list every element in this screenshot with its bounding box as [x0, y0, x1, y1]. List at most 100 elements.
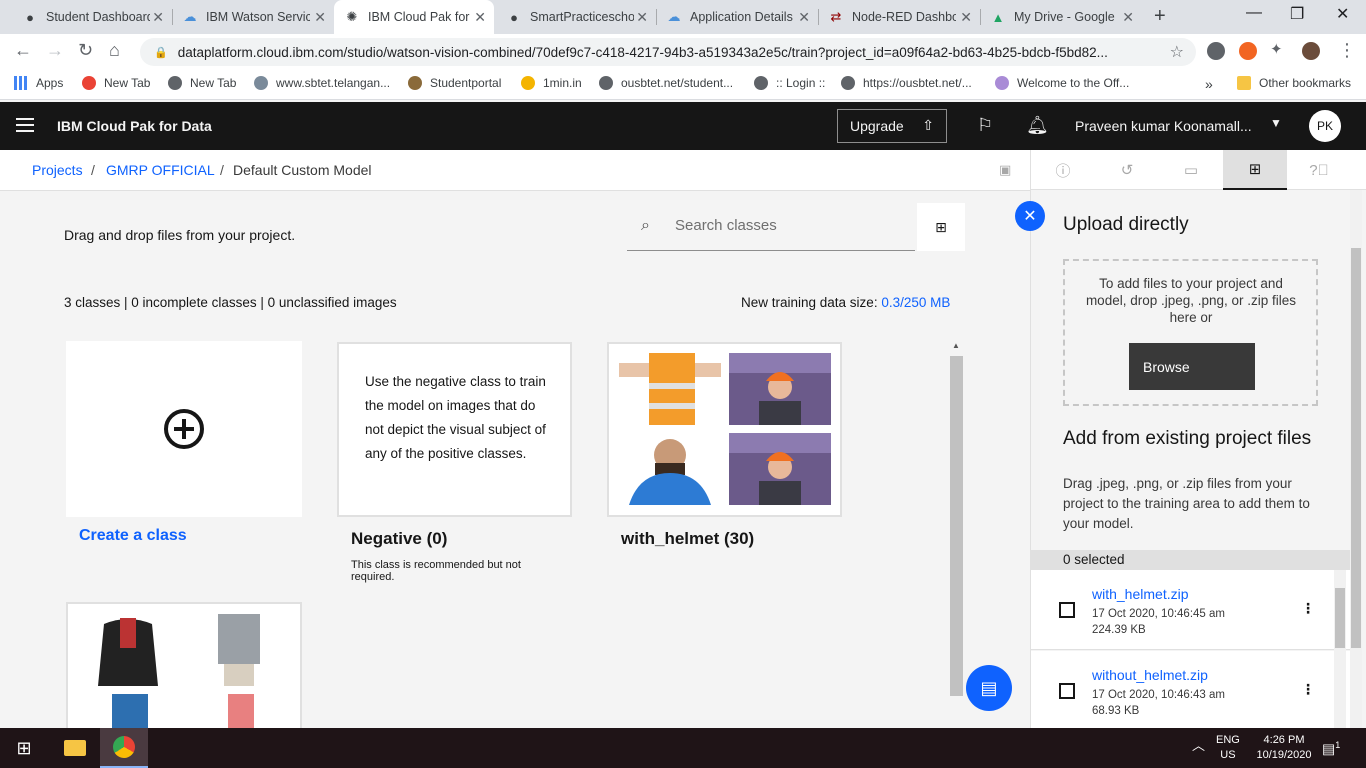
- scrollbar-thumb[interactable]: [1351, 248, 1361, 648]
- extension-icon[interactable]: [1207, 42, 1225, 60]
- existing-files-description: Drag .jpeg, .png, or .zip files from you…: [1063, 476, 1310, 531]
- with-helmet-class-card[interactable]: [607, 342, 842, 517]
- tab-comments[interactable]: ▭: [1159, 150, 1223, 190]
- grid-view-button[interactable]: ⊞: [917, 203, 965, 251]
- notification-bell-icon[interactable]: 🔔︎: [1026, 115, 1049, 136]
- search-classes-input[interactable]: ⌕ Search classes: [627, 203, 915, 251]
- file-drop-zone[interactable]: To add files to your project and model, …: [1063, 259, 1318, 406]
- windows-start-icon[interactable]: ⊞: [0, 728, 48, 768]
- close-tab-icon[interactable]: ✕: [636, 9, 648, 26]
- tray-chevron-icon[interactable]: ︿: [1192, 738, 1205, 753]
- create-class-card[interactable]: [66, 341, 302, 517]
- close-tab-icon[interactable]: ✕: [960, 9, 972, 26]
- tab-info[interactable]: ⓘ: [1031, 150, 1095, 190]
- chrome-icon[interactable]: [100, 728, 148, 768]
- browse-button[interactable]: Browse: [1129, 343, 1255, 390]
- breadcrumb-project[interactable]: GMRP OFFICIAL: [106, 162, 215, 178]
- upgrade-arrow-icon: ⇧: [922, 117, 934, 133]
- reload-icon[interactable]: ↻: [78, 40, 93, 61]
- home-icon[interactable]: ⌂: [109, 40, 120, 61]
- browser-tab[interactable]: ● SmartPracticeschool ✕: [496, 0, 656, 34]
- close-tab-icon[interactable]: ✕: [1122, 9, 1134, 26]
- bookmark-item[interactable]: Welcome to the Off...: [995, 76, 1129, 90]
- close-tab-icon[interactable]: ✕: [798, 9, 810, 26]
- puzzle-icon[interactable]: ✦: [1270, 40, 1283, 58]
- browser-tab[interactable]: ● Student Dashboard ✕: [12, 0, 172, 34]
- bookmark-item[interactable]: :: Login ::: [754, 76, 825, 90]
- notification-center-icon[interactable]: ▤1: [1322, 738, 1340, 757]
- without-helmet-class-card[interactable]: [66, 602, 302, 728]
- file-list-scrollbar[interactable]: [1334, 570, 1346, 728]
- upgrade-button[interactable]: Upgrade ⇧: [837, 109, 947, 143]
- signpost-icon[interactable]: ⚐: [977, 115, 993, 136]
- forward-icon[interactable]: →: [46, 40, 64, 61]
- clock[interactable]: 4:26 PM 10/19/2020: [1254, 733, 1314, 763]
- close-panel-button[interactable]: ✕: [1015, 201, 1045, 231]
- close-tab-icon[interactable]: ✕: [474, 9, 486, 26]
- scrollbar-thumb[interactable]: [950, 356, 963, 696]
- overflow-menu-icon[interactable]: ⋮: [1301, 681, 1315, 698]
- create-class-link[interactable]: Create a class: [79, 527, 187, 545]
- file-list-item[interactable]: with_helmet.zip 17 Oct 2020, 10:46:45 am…: [1031, 570, 1351, 650]
- avatar[interactable]: PK: [1309, 110, 1341, 142]
- bookmark-item[interactable]: https://ousbtet.net/...: [841, 76, 972, 90]
- browser-tab[interactable]: ☁ IBM Watson Services ✕: [174, 0, 334, 34]
- github-icon: ●: [26, 9, 34, 25]
- restore-icon[interactable]: ❐: [1290, 4, 1304, 24]
- tab-data[interactable]: ⊞: [1223, 150, 1287, 190]
- file-name[interactable]: with_helmet.zip: [1092, 586, 1189, 602]
- browser-tab-active[interactable]: ✺ IBM Cloud Pak for Data ✕: [334, 0, 494, 34]
- file-list-item[interactable]: without_helmet.zip 17 Oct 2020, 10:46:43…: [1031, 651, 1351, 731]
- scrollbar-thumb[interactable]: [1335, 588, 1345, 648]
- bookmark-star-icon[interactable]: ☆: [1170, 42, 1184, 62]
- breadcrumb: Projects / GMRP OFFICIAL / Default Custo…: [0, 150, 1030, 191]
- file-checkbox[interactable]: [1059, 602, 1075, 618]
- close-tab-icon[interactable]: ✕: [314, 9, 326, 26]
- negative-class-card[interactable]: Use the negative class to train the mode…: [337, 342, 572, 517]
- minimize-icon[interactable]: —: [1246, 4, 1262, 22]
- user-name[interactable]: Praveen kumar Koonamall...: [1075, 118, 1252, 134]
- bookmark-item[interactable]: New Tab: [82, 76, 150, 90]
- window-close-icon[interactable]: ✕: [1336, 4, 1349, 24]
- file-date: 17 Oct 2020, 10:46:43 am: [1092, 689, 1225, 701]
- save-icon[interactable]: ▣: [999, 162, 1011, 178]
- breadcrumb-separator: /: [220, 162, 224, 178]
- add-circle-icon: [164, 409, 204, 449]
- bookmark-item[interactable]: New Tab: [168, 76, 236, 90]
- hamburger-menu-icon[interactable]: [16, 118, 34, 132]
- menu-kebab-icon[interactable]: ⋮: [1338, 40, 1356, 61]
- tab-history[interactable]: ↺: [1095, 150, 1159, 190]
- extension-icon[interactable]: [1239, 42, 1257, 60]
- browser-tab[interactable]: ⇄ Node-RED Dashboard ✕: [820, 0, 980, 34]
- tab-help[interactable]: ?⃝: [1287, 150, 1351, 190]
- breadcrumb-projects[interactable]: Projects: [32, 162, 83, 178]
- file-checkbox[interactable]: [1059, 683, 1075, 699]
- bookmark-item[interactable]: ousbtet.net/student...: [599, 76, 733, 90]
- more-bookmarks-icon[interactable]: »: [1205, 76, 1213, 92]
- bookmark-item[interactable]: 1min.in: [521, 76, 582, 90]
- bookmark-folder[interactable]: Other bookmarks: [1237, 76, 1351, 90]
- file-name[interactable]: without_helmet.zip: [1092, 667, 1208, 683]
- content-scrollbar[interactable]: ▲: [950, 341, 963, 697]
- class-stats: 3 classes | 0 incomplete classes | 0 unc…: [64, 295, 397, 310]
- scroll-up-icon[interactable]: ▲: [952, 341, 960, 350]
- chevron-down-icon[interactable]: ▼: [1270, 116, 1282, 130]
- address-bar[interactable]: 🔒 dataplatform.cloud.ibm.com/studio/wats…: [140, 38, 1196, 66]
- negative-class-note: This class is recommended but not requir…: [351, 559, 521, 583]
- panel-scrollbar[interactable]: [1350, 190, 1362, 728]
- back-icon[interactable]: ←: [14, 40, 32, 61]
- browser-tab[interactable]: ☁ Application Details ✕: [658, 0, 818, 34]
- brand-title: IBM Cloud Pak for Data: [57, 118, 212, 134]
- chat-button[interactable]: ▤: [966, 665, 1012, 711]
- overflow-menu-icon[interactable]: ⋮: [1301, 600, 1315, 617]
- browser-tab[interactable]: ▲ My Drive - Google Drive ✕: [982, 0, 1142, 34]
- close-tab-icon[interactable]: ✕: [152, 9, 164, 26]
- new-tab-icon[interactable]: +: [1154, 5, 1166, 28]
- language-indicator[interactable]: ENG US: [1216, 733, 1240, 763]
- profile-avatar[interactable]: [1302, 42, 1320, 60]
- bookmark-item[interactable]: Apps: [14, 76, 63, 90]
- bookmark-item[interactable]: www.sbtet.telangan...: [254, 76, 390, 90]
- bookmark-item[interactable]: Studentportal: [408, 76, 501, 90]
- file-explorer-icon[interactable]: [52, 728, 98, 768]
- comment-icon: ▭: [1183, 162, 1199, 179]
